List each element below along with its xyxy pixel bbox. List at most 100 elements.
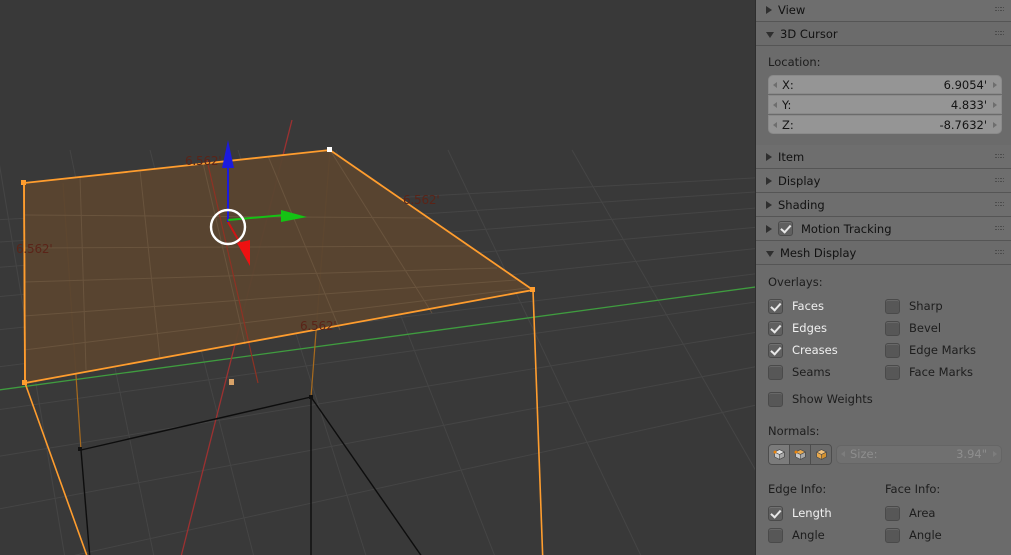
drag-grip-icon[interactable]: [995, 177, 1005, 184]
checkbox-label: Show Weights: [792, 392, 873, 406]
edge-marks-checkbox[interactable]: [885, 342, 900, 358]
cursor-z-field[interactable]: Z: -8.7632': [768, 115, 1002, 134]
3d-cursor-body: Location: X: 6.9054' Y: 4.833' Z: -8.763…: [756, 46, 1011, 145]
field-value: 6.9054': [943, 77, 987, 92]
checkbox-label: Sharp: [909, 299, 943, 313]
seams-checkbox[interactable]: [768, 364, 783, 380]
motion-tracking-checkbox[interactable]: [778, 221, 793, 236]
overlays-columns: Faces Edges Creases Seams Show Weights S…: [768, 295, 1002, 410]
mesh-display-body: Overlays: Faces Edges Creases Seams Show…: [756, 265, 1011, 555]
field-value: 4.833': [950, 97, 987, 112]
3d-viewport[interactable]: 6.562' 6.562' 6.562' 6.562': [0, 0, 755, 555]
decrement-arrow-icon[interactable]: [773, 81, 777, 88]
chevron-right-icon: [766, 200, 772, 209]
overlay-sharp-row[interactable]: Sharp: [885, 295, 1002, 317]
drag-grip-icon[interactable]: [995, 153, 1005, 160]
section-header-motion-tracking[interactable]: Motion Tracking: [756, 217, 1011, 241]
face-area-checkbox[interactable]: [885, 505, 900, 521]
checkbox-label: Angle: [792, 528, 825, 542]
edge-length-row[interactable]: Length: [768, 502, 885, 524]
sharp-checkbox[interactable]: [885, 298, 900, 314]
bevel-checkbox[interactable]: [885, 320, 900, 336]
selected-top-face: [23, 149, 536, 385]
vertex-normals-icon[interactable]: [769, 445, 790, 464]
chevron-right-icon: [766, 5, 772, 14]
field-value: 3.94": [956, 447, 987, 461]
overlays-label: Overlays:: [768, 275, 823, 289]
normals-label: Normals:: [768, 424, 820, 438]
cursor-x-field[interactable]: X: 6.9054': [768, 75, 1002, 94]
face-info-label: Face Info:: [885, 482, 941, 496]
overlay-edge-marks-row[interactable]: Edge Marks: [885, 339, 1002, 361]
overlay-show-weights-row[interactable]: Show Weights: [768, 388, 885, 410]
field-label: X:: [782, 77, 794, 92]
edge-info-label: Edge Info:: [768, 482, 827, 496]
increment-arrow-icon[interactable]: [993, 451, 997, 457]
edge-info-column: Edge Info: Length Angle: [768, 482, 885, 546]
info-columns: Edge Info: Length Angle Face Info: Area: [768, 482, 1002, 546]
decrement-arrow-icon[interactable]: [773, 101, 777, 108]
normals-size-field[interactable]: Size: 3.94": [836, 444, 1002, 464]
section-header-shading[interactable]: Shading: [756, 193, 1011, 217]
checkbox-label: Face Marks: [909, 365, 974, 379]
face-angle-row[interactable]: Angle: [885, 524, 1002, 546]
increment-arrow-icon[interactable]: [993, 121, 997, 128]
section-title: Mesh Display: [780, 245, 857, 260]
overlay-bevel-row[interactable]: Bevel: [885, 317, 1002, 339]
normals-controls: Size: 3.94": [768, 444, 1002, 465]
drag-grip-icon[interactable]: [995, 30, 1005, 37]
overlay-edges-row[interactable]: Edges: [768, 317, 885, 339]
field-label: Y:: [782, 97, 792, 112]
show-weights-checkbox[interactable]: [768, 391, 783, 407]
edges-checkbox[interactable]: [768, 320, 783, 336]
overlay-creases-row[interactable]: Creases: [768, 339, 885, 361]
section-header-item[interactable]: Item: [756, 145, 1011, 169]
section-header-mesh-display[interactable]: Mesh Display: [756, 241, 1011, 265]
increment-arrow-icon[interactable]: [993, 81, 997, 88]
checkbox-label: Seams: [792, 365, 831, 379]
overlay-face-marks-row[interactable]: Face Marks: [885, 361, 1002, 383]
edge-angle-row[interactable]: Angle: [768, 524, 885, 546]
cube-lower-wires: [80, 396, 422, 555]
section-title: Item: [778, 149, 805, 164]
overlay-seams-row[interactable]: Seams: [768, 361, 885, 383]
cursor-y-field[interactable]: Y: 4.833': [768, 95, 1002, 114]
section-title: Motion Tracking: [801, 221, 892, 236]
checkbox-label: Bevel: [909, 321, 942, 335]
field-value: -8.7632': [939, 117, 987, 132]
split-normals-icon[interactable]: [790, 445, 811, 464]
checkbox-label: Angle: [909, 528, 942, 542]
section-header-3d-cursor[interactable]: 3D Cursor: [756, 22, 1011, 46]
section-header-view[interactable]: View: [756, 0, 1011, 22]
face-normals-icon[interactable]: [811, 445, 831, 464]
edge-angle-checkbox[interactable]: [768, 527, 783, 543]
creases-checkbox[interactable]: [768, 342, 783, 358]
checkbox-label: Edge Marks: [909, 343, 976, 357]
chevron-right-icon: [766, 152, 772, 161]
face-angle-checkbox[interactable]: [885, 527, 900, 543]
drag-grip-icon[interactable]: [995, 6, 1005, 13]
edge-length-checkbox[interactable]: [768, 505, 783, 521]
decrement-arrow-icon[interactable]: [773, 121, 777, 128]
section-header-display[interactable]: Display: [756, 169, 1011, 193]
blender-window: 6.562' 6.562' 6.562' 6.562' Grease Penci…: [0, 0, 1011, 555]
drag-grip-icon[interactable]: [995, 201, 1005, 208]
normals-button-group[interactable]: [768, 444, 832, 465]
drag-grip-icon[interactable]: [995, 225, 1005, 232]
viewport-canvas: [0, 119, 755, 555]
checkbox-label: Faces: [792, 299, 824, 313]
faces-checkbox[interactable]: [768, 298, 783, 314]
section-title: 3D Cursor: [780, 26, 838, 41]
face-info-column: Face Info: Area Angle: [885, 482, 1002, 546]
drag-grip-icon[interactable]: [995, 249, 1005, 256]
face-marks-checkbox[interactable]: [885, 364, 900, 380]
section-title: Display: [778, 173, 821, 188]
checkbox-label: Creases: [792, 343, 838, 357]
overlay-faces-row[interactable]: Faces: [768, 295, 885, 317]
checkbox-label: Edges: [792, 321, 827, 335]
properties-sidebar[interactable]: Grease Pencil View 3D Cursor Location: X…: [755, 0, 1011, 555]
chevron-right-icon: [766, 224, 772, 233]
increment-arrow-icon[interactable]: [993, 101, 997, 108]
decrement-arrow-icon[interactable]: [841, 451, 845, 457]
face-area-row[interactable]: Area: [885, 502, 1002, 524]
